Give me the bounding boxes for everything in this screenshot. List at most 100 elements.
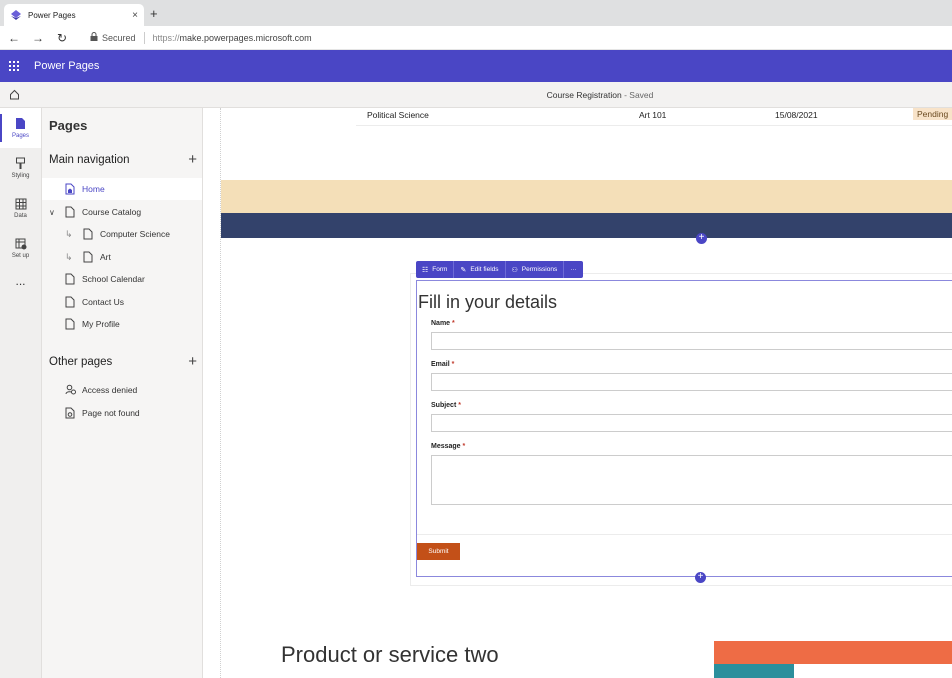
page-item-contact-us[interactable]: Contact Us xyxy=(42,291,202,313)
page-item-my-profile[interactable]: My Profile xyxy=(42,313,202,335)
permissions-label: Permissions xyxy=(521,266,558,273)
required-mark: * xyxy=(450,320,455,327)
edit-fields-icon: ✎ xyxy=(460,266,467,274)
browser-tab-title: Power Pages xyxy=(28,10,76,20)
refresh-icon[interactable]: ↻ xyxy=(52,31,72,45)
page-label-contact-us: Contact Us xyxy=(82,297,125,307)
name-label: Name * xyxy=(431,320,455,327)
left-rail: Pages Styling Data Set up ... xyxy=(0,108,42,678)
site-name: Course Registration xyxy=(546,90,622,100)
rail-item-pages[interactable]: Pages xyxy=(0,108,41,148)
page-item-home[interactable]: Home xyxy=(42,178,202,200)
browser-tab-bar: Power Pages × + xyxy=(0,0,952,26)
permissions-button[interactable]: ⚇ Permissions xyxy=(506,261,565,278)
contact-form[interactable]: Fill in your details Name * Email * Subj… xyxy=(416,280,952,577)
page-label-access-denied: Access denied xyxy=(82,385,138,395)
access-denied-icon xyxy=(65,384,76,396)
form-button-label: Form xyxy=(432,266,448,273)
required-mark: * xyxy=(449,361,455,368)
email-label-text: Email xyxy=(431,361,450,368)
product-title: Product or service two xyxy=(281,642,499,667)
subject-input[interactable] xyxy=(431,414,952,432)
other-pages-header: Other pages + xyxy=(49,353,197,370)
page-item-computer-science[interactable]: ↳ Computer Science xyxy=(42,223,202,245)
subject-label: Subject * xyxy=(431,402,461,409)
power-pages-logo-icon xyxy=(10,9,22,21)
page-item-school-calendar[interactable]: School Calendar xyxy=(42,268,202,290)
add-page-button[interactable]: + xyxy=(188,151,197,168)
page-item-course-catalog[interactable]: ∨ Course Catalog xyxy=(42,201,202,223)
page-label-page-not-found: Page not found xyxy=(82,408,140,418)
command-bar: Course Registration - Saved xyxy=(0,82,952,108)
page-icon xyxy=(65,273,75,285)
close-tab-icon[interactable]: × xyxy=(132,10,138,21)
subpage-arrow-icon: ↳ xyxy=(65,228,73,239)
rail-label-data: Data xyxy=(14,212,27,219)
form-toolbar: ☷ Form ✎ Edit fields ⚇ Permissions ··· xyxy=(416,261,583,278)
app-header: Power Pages xyxy=(0,50,952,82)
rail-label-set-up: Set up xyxy=(11,252,30,259)
message-label: Message * xyxy=(431,443,465,450)
site-status: Course Registration - Saved xyxy=(0,90,952,100)
page-canvas[interactable]: Political Science Art 101 15/08/2021 Pen… xyxy=(203,108,952,678)
add-other-page-button[interactable]: + xyxy=(188,353,197,370)
name-input[interactable] xyxy=(431,332,952,350)
paintbrush-icon xyxy=(16,157,25,169)
new-tab-button[interactable]: + xyxy=(150,6,158,21)
submit-button[interactable]: Submit xyxy=(417,543,460,560)
rail-label-styling: Styling xyxy=(11,173,30,179)
navy-section[interactable] xyxy=(221,213,952,238)
rail-label-pages: Pages xyxy=(11,133,29,139)
more-icon[interactable]: ... xyxy=(0,274,41,288)
other-pages-title: Other pages xyxy=(49,355,113,368)
page-item-access-denied[interactable]: Access denied xyxy=(42,379,202,401)
rail-item-data[interactable]: Data xyxy=(0,188,41,228)
add-section-icon[interactable]: + xyxy=(695,572,706,583)
page-icon xyxy=(83,251,93,263)
email-input[interactable] xyxy=(431,373,952,391)
table-icon xyxy=(15,198,26,209)
edit-fields-button[interactable]: ✎ Edit fields xyxy=(454,261,506,278)
teal-image-block xyxy=(714,664,794,678)
pages-icon xyxy=(16,118,25,129)
chevron-down-icon[interactable]: ∨ xyxy=(49,208,59,217)
page-label-school-calendar: School Calendar xyxy=(82,274,145,284)
canvas-guide xyxy=(203,108,221,678)
forward-arrow-icon[interactable]: → xyxy=(28,31,48,45)
page-item-art[interactable]: ↳ Art xyxy=(42,246,202,268)
white-image-block xyxy=(794,664,952,678)
email-label: Email * xyxy=(431,361,454,368)
secured-label: Secured xyxy=(102,32,136,43)
page-icon xyxy=(65,206,75,218)
page-label-home: Home xyxy=(82,184,105,194)
permissions-icon: ⚇ xyxy=(511,266,518,274)
rail-item-styling[interactable]: Styling xyxy=(0,148,41,188)
form-icon: ☷ xyxy=(422,266,429,274)
status-badge: Pending xyxy=(913,108,952,120)
page-not-found-icon xyxy=(65,407,75,419)
form-button[interactable]: ☷ Form xyxy=(416,261,455,278)
form-title: Fill in your details xyxy=(418,292,558,312)
message-textarea[interactable] xyxy=(431,455,952,505)
name-label-text: Name xyxy=(431,320,451,327)
add-section-icon[interactable]: + xyxy=(696,233,707,244)
page-item-page-not-found[interactable]: Page not found xyxy=(42,402,202,424)
edit-fields-label: Edit fields xyxy=(470,266,499,273)
page-icon xyxy=(83,228,93,240)
url-field[interactable]: https://make.powerpages.microsoft.com xyxy=(153,33,312,43)
panel-title: Pages xyxy=(49,118,88,133)
peach-section[interactable] xyxy=(221,180,952,213)
rail-item-set-up[interactable]: Set up xyxy=(0,228,41,268)
browser-tab[interactable]: Power Pages × xyxy=(4,4,144,26)
page-icon xyxy=(65,318,75,330)
setup-icon xyxy=(15,238,26,249)
save-status: - Saved xyxy=(621,90,654,100)
page-label-my-profile: My Profile xyxy=(82,319,120,329)
form-divider xyxy=(417,534,952,535)
url-scheme: https:// xyxy=(152,32,180,43)
back-arrow-icon[interactable]: ← xyxy=(4,31,24,45)
app-name[interactable]: Power Pages xyxy=(34,60,99,72)
address-separator xyxy=(143,31,145,44)
more-options-button[interactable]: ··· xyxy=(564,261,583,278)
app-launcher-icon[interactable] xyxy=(0,61,28,71)
